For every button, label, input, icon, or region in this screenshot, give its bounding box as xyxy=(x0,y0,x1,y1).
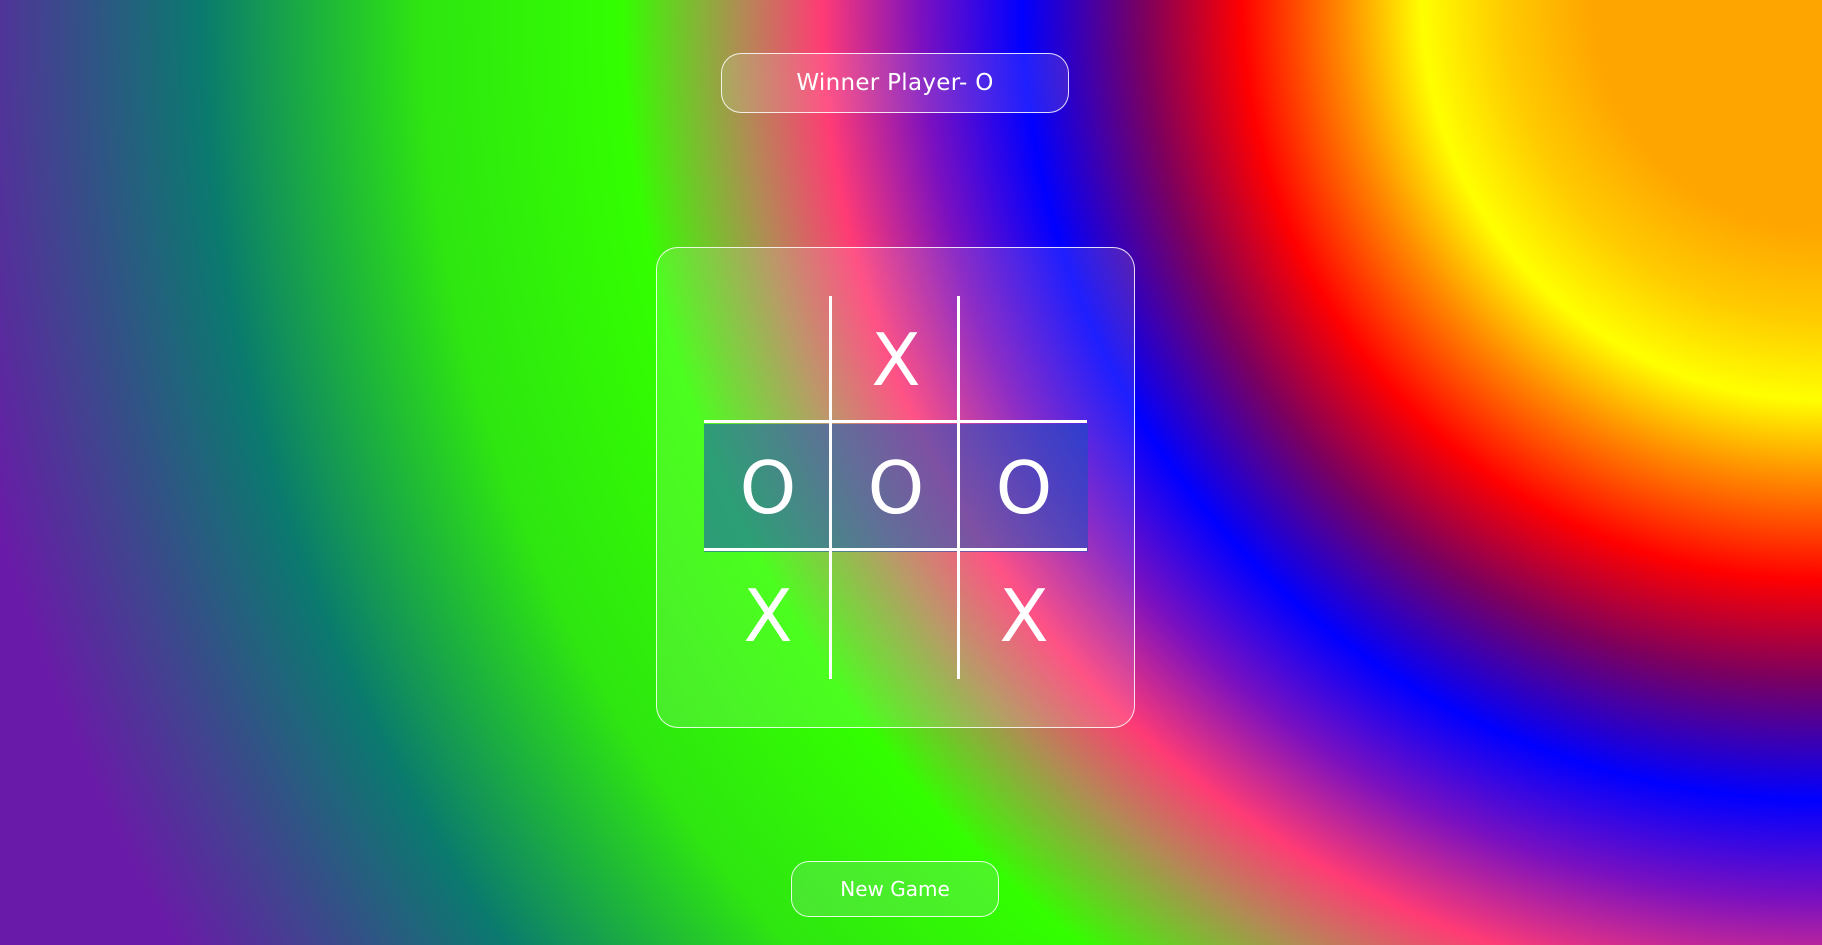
cell-2[interactable] xyxy=(960,296,1088,424)
grid-line-vertical-1 xyxy=(829,296,832,679)
cell-6[interactable]: X xyxy=(704,552,832,680)
cell-8[interactable]: X xyxy=(960,552,1088,680)
grid-line-horizontal-1 xyxy=(704,420,1087,423)
grid-line-horizontal-2 xyxy=(704,548,1087,551)
cell-5[interactable]: O xyxy=(960,424,1088,552)
cell-4[interactable]: O xyxy=(832,424,960,552)
cell-0[interactable] xyxy=(704,296,832,424)
cell-3[interactable]: O xyxy=(704,424,832,552)
tic-tac-toe-grid: X O O O X X xyxy=(704,296,1088,680)
cell-1[interactable]: X xyxy=(832,296,960,424)
grid-line-vertical-2 xyxy=(957,296,960,679)
cell-7[interactable] xyxy=(832,552,960,680)
winner-status-text: Winner Player- O xyxy=(796,70,994,96)
winner-status-banner: Winner Player- O xyxy=(721,53,1069,113)
new-game-button[interactable]: New Game xyxy=(791,861,999,917)
